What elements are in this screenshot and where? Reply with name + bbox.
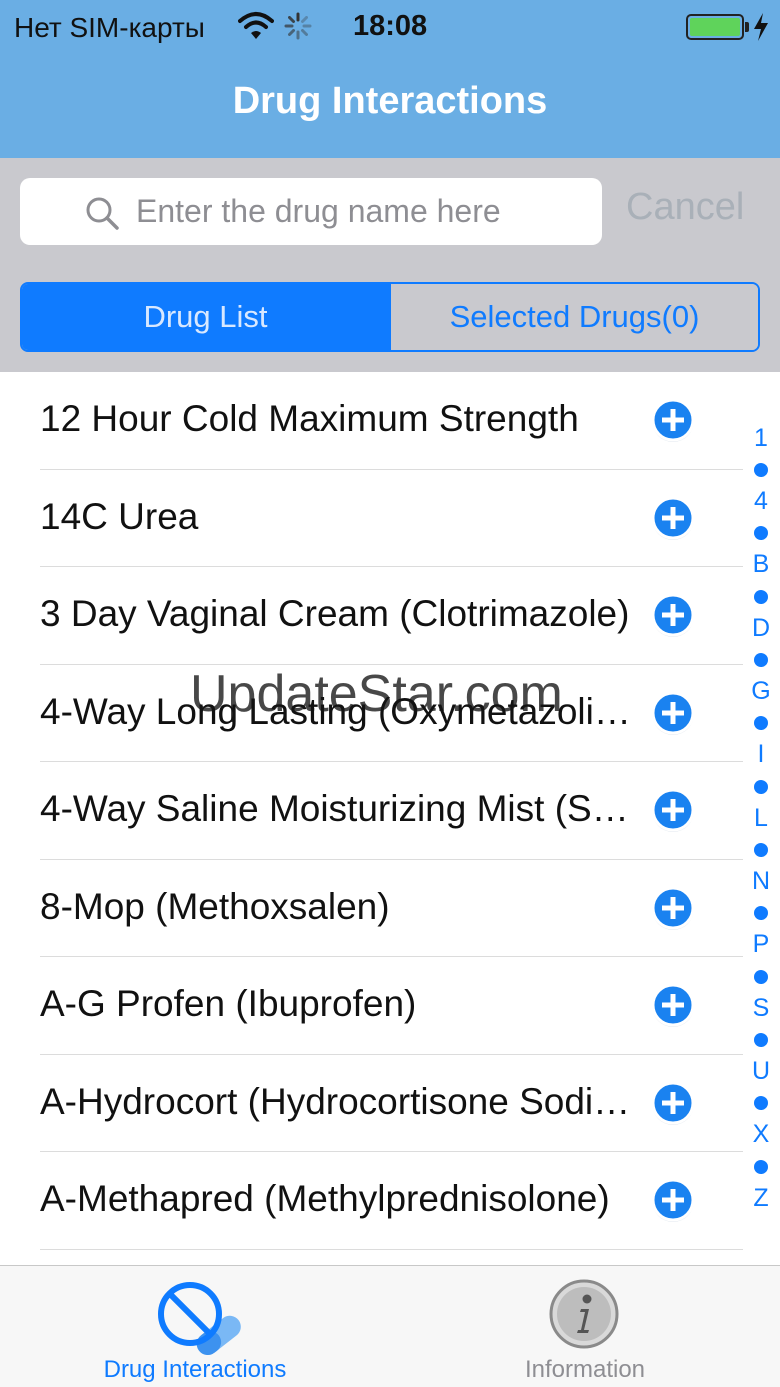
index-dot	[754, 463, 768, 477]
index-letter[interactable]: 4	[746, 487, 776, 516]
status-bar: Нет SIM-карты 18:08	[0, 0, 780, 54]
index-dot	[754, 716, 768, 730]
wifi-icon	[238, 12, 274, 39]
tab-label: Information	[524, 1356, 646, 1383]
index-dot	[754, 1096, 768, 1110]
index-dot	[754, 906, 768, 920]
index-dot	[754, 590, 768, 604]
drug-name: 3 Day Vaginal Cream (Clotrimazole)	[40, 593, 630, 634]
add-circle-icon[interactable]	[650, 592, 696, 638]
tab-bar: Drug Interactions Information	[0, 1265, 780, 1387]
add-circle-icon[interactable]	[650, 787, 696, 833]
clock: 18:08	[353, 10, 428, 42]
add-circle-icon[interactable]	[650, 982, 696, 1028]
add-circle-icon[interactable]	[650, 1177, 696, 1223]
navigation-bar: Нет SIM-карты 18:08 Drug Interactions	[0, 0, 780, 158]
list-item[interactable]: 14C Urea	[0, 470, 745, 567]
index-dot	[754, 970, 768, 984]
index-letter[interactable]: S	[746, 994, 776, 1023]
battery-icon	[686, 14, 744, 40]
index-dot	[754, 843, 768, 857]
drug-name: A-Hydrocort (Hydrocortisone Sodium Succi…	[40, 1080, 635, 1122]
carrier-label: Нет SIM-карты	[14, 12, 205, 43]
tab-drug-interactions[interactable]: Drug Interactions	[0, 1266, 390, 1387]
tab-information[interactable]: Information	[390, 1266, 780, 1387]
index-dot	[754, 1160, 768, 1174]
add-circle-icon[interactable]	[650, 495, 696, 541]
list-item[interactable]: 8-Mop (Methoxsalen)	[0, 860, 745, 957]
drug-name: 4-Way Saline Moisturizing Mist (Sodium C…	[40, 788, 635, 829]
watermark: UpdateStar.com	[190, 665, 563, 723]
add-circle-icon[interactable]	[650, 1080, 696, 1126]
add-circle-icon[interactable]	[650, 690, 696, 736]
segment-drug-list[interactable]: Drug List	[22, 284, 389, 350]
index-dot	[754, 1033, 768, 1047]
index-dot	[754, 526, 768, 540]
index-letter[interactable]: Z	[746, 1184, 776, 1213]
row-divider	[40, 1248, 743, 1250]
add-circle-icon[interactable]	[650, 885, 696, 931]
search-input[interactable]	[136, 188, 586, 234]
charging-bolt-icon	[754, 13, 768, 41]
index-letter[interactable]: 1	[746, 424, 776, 453]
drug-name: A-G Profen (Ibuprofen)	[40, 983, 417, 1024]
add-circle-icon[interactable]	[650, 397, 696, 443]
index-dot	[754, 780, 768, 794]
list-item[interactable]: A-Hydrocort (Hydrocortisone Sodium Succi…	[0, 1055, 745, 1152]
segmented-control: Drug List Selected Drugs(0)	[20, 282, 760, 352]
list-item[interactable]: 12 Hour Cold Maximum Strength	[0, 372, 745, 470]
index-letter[interactable]: N	[746, 867, 776, 896]
segment-selected-drugs[interactable]: Selected Drugs(0)	[389, 284, 758, 350]
list-item[interactable]: 4-Way Saline Moisturizing Mist (Sodium C…	[0, 762, 745, 860]
drug-name: 14C Urea	[40, 495, 199, 537]
index-letter[interactable]: G	[746, 677, 776, 706]
index-letter[interactable]: I	[746, 740, 776, 769]
drug-name: A-Methapred (Methylprednisolone)	[40, 1178, 610, 1219]
drug-list[interactable]: 12 Hour Cold Maximum Strength 14C Urea 3…	[0, 372, 780, 1265]
index-letter[interactable]: L	[746, 804, 776, 833]
tab-label: Drug Interactions	[103, 1356, 287, 1383]
drug-name: 12 Hour Cold Maximum Strength	[40, 398, 579, 439]
index-letter[interactable]: P	[746, 930, 776, 959]
battery-tip	[745, 22, 749, 32]
no-pill-icon	[158, 1282, 241, 1356]
index-letter[interactable]: D	[746, 614, 776, 643]
list-item[interactable]: A-Methapred (Methylprednisolone)	[0, 1152, 745, 1250]
index-letter[interactable]: X	[746, 1120, 776, 1149]
index-letter[interactable]: B	[746, 550, 776, 579]
drug-name: 8-Mop (Methoxsalen)	[40, 885, 390, 927]
index-letter[interactable]: U	[746, 1057, 776, 1086]
search-icon	[86, 197, 119, 230]
list-item[interactable]: 3 Day Vaginal Cream (Clotrimazole)	[0, 567, 745, 665]
info-icon	[549, 1279, 619, 1349]
index-dot	[754, 653, 768, 667]
page-title: Drug Interactions	[232, 80, 548, 122]
list-item[interactable]: A-G Profen (Ibuprofen)	[0, 957, 745, 1055]
activity-spinner-icon	[284, 12, 312, 40]
cancel-button[interactable]: Cancel	[626, 186, 744, 229]
